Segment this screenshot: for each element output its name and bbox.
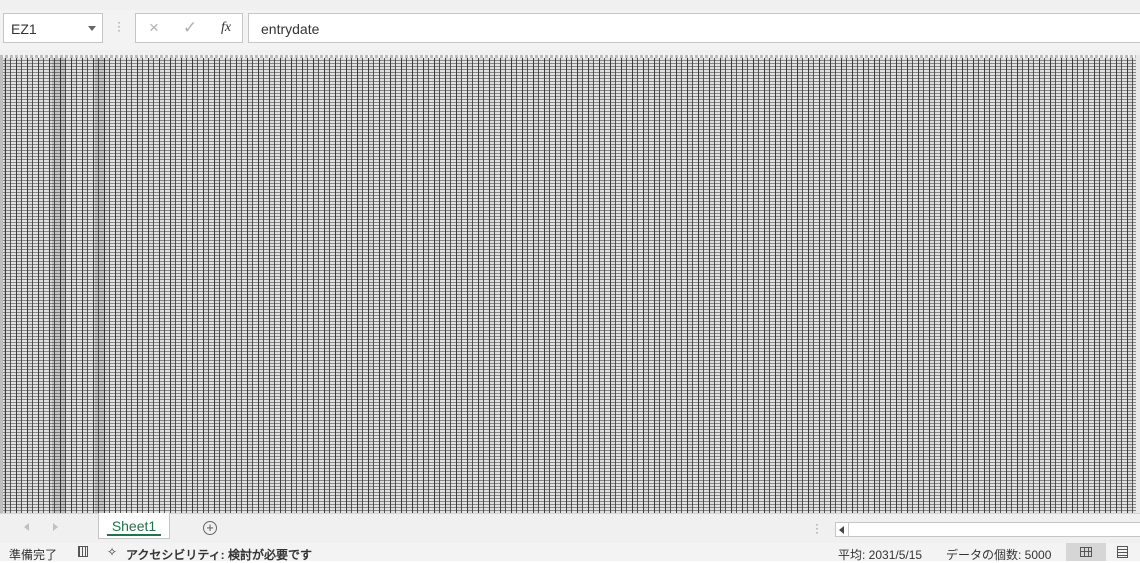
average-value[interactable]: 平均: 2031/5/15 [838, 546, 922, 563]
page-layout-view-icon[interactable] [1117, 546, 1128, 558]
scroll-left-icon[interactable] [839, 526, 844, 534]
count-value[interactable]: データの個数: 5000 [946, 546, 1051, 563]
add-sheet-icon[interactable]: + [203, 521, 217, 535]
sheet-tab-sheet1[interactable]: Sheet1 [98, 513, 170, 539]
formula-value: entrydate [261, 21, 320, 37]
horizontal-scrollbar[interactable] [835, 522, 1140, 537]
scroll-tabs-left-icon[interactable] [24, 523, 29, 531]
normal-view-button[interactable] [1066, 543, 1106, 561]
formula-bar: EZ1 · · · × ✓ fx entrydate [0, 10, 1140, 50]
name-box[interactable]: EZ1 [3, 13, 103, 43]
ready-status: 準備完了 [9, 548, 58, 562]
enter-icon[interactable]: ✓ [178, 18, 202, 38]
accessibility-status[interactable]: アクセシビリティ: 検討が必要です [126, 546, 312, 563]
ribbon-edge [0, 0, 1140, 10]
split-handle-icon[interactable]: · · · [815, 518, 819, 538]
grid-shade [4, 58, 5, 513]
row-headers[interactable] [0, 55, 3, 513]
scroll-tabs-right-icon[interactable] [53, 523, 58, 531]
worksheet-grid[interactable] [0, 55, 1140, 513]
column-headers[interactable] [0, 55, 1140, 58]
name-box-value: EZ1 [11, 21, 37, 37]
formula-buttons: × ✓ fx [135, 13, 243, 43]
status-bar: 準備完了 ✧ アクセシビリティ: 検討が必要です 平均: 2031/5/15 デ… [0, 543, 1140, 563]
vertical-scrollbar[interactable] [1136, 55, 1140, 513]
calculator-icon[interactable] [78, 546, 88, 557]
chevron-down-icon[interactable] [88, 26, 96, 31]
insert-function-icon[interactable]: fx [214, 18, 238, 38]
accessibility-icon[interactable]: ✧ [107, 545, 123, 559]
grid-shade [52, 58, 66, 513]
cancel-icon[interactable]: × [142, 18, 166, 38]
scrollbar-divider [848, 523, 849, 536]
grid-shade [95, 58, 105, 513]
drag-handle-icon[interactable]: · · · [117, 16, 121, 36]
grid-view-icon [1080, 547, 1092, 557]
sheet-tab-bar: Sheet1 + · · · [0, 513, 1140, 543]
formula-input[interactable]: entrydate [248, 13, 1140, 43]
